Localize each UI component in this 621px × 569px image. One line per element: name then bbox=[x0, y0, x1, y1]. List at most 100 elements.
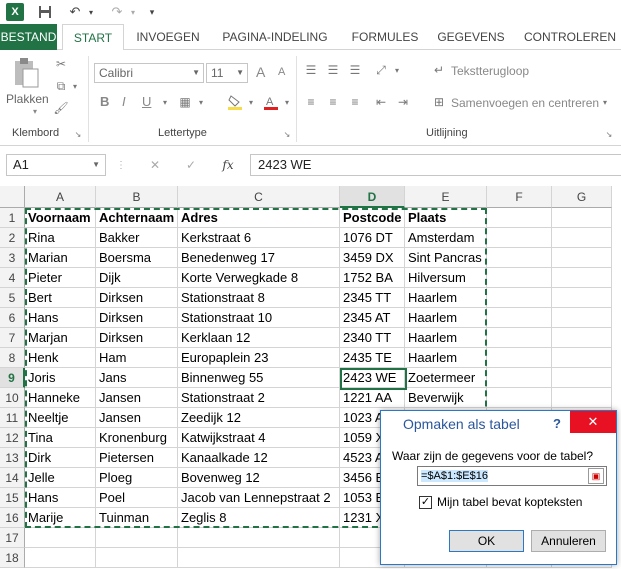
column-header-g[interactable]: G bbox=[552, 186, 612, 208]
font-color-dropdown-icon[interactable]: ▾ bbox=[282, 94, 292, 110]
table-cell[interactable]: Pietersen bbox=[96, 448, 178, 468]
row-header[interactable]: 13 bbox=[0, 448, 25, 468]
table-cell[interactable]: Haarlem bbox=[405, 288, 487, 308]
table-cell[interactable]: Dirksen bbox=[96, 308, 178, 328]
table-cell[interactable] bbox=[487, 388, 552, 408]
font-color-icon[interactable]: A bbox=[262, 94, 280, 110]
row-header[interactable]: 17 bbox=[0, 528, 25, 548]
align-top-icon[interactable]: ☰ bbox=[302, 62, 320, 78]
underline-button[interactable]: U bbox=[142, 94, 151, 109]
table-cell[interactable]: Stationstraat 10 bbox=[178, 308, 340, 328]
table-cell[interactable]: Jansen bbox=[96, 408, 178, 428]
align-middle-icon[interactable]: ☰ bbox=[324, 62, 342, 78]
table-cell[interactable]: Tuinman bbox=[96, 508, 178, 528]
header-cell[interactable]: Plaats bbox=[405, 208, 487, 228]
bold-button[interactable]: B bbox=[100, 94, 109, 109]
confirm-icon[interactable]: ✓ bbox=[182, 157, 200, 173]
table-cell[interactable]: Benedenweg 17 bbox=[178, 248, 340, 268]
row-header[interactable]: 11 bbox=[0, 408, 25, 428]
table-cell[interactable] bbox=[552, 248, 612, 268]
header-cell[interactable] bbox=[487, 208, 552, 228]
font-name-combo[interactable]: Calibri ▼ bbox=[94, 63, 204, 83]
table-cell[interactable]: Kanaalkade 12 bbox=[178, 448, 340, 468]
cancel-icon[interactable]: ✕ bbox=[146, 157, 164, 173]
table-cell[interactable]: Hans bbox=[25, 488, 96, 508]
table-cell[interactable] bbox=[552, 308, 612, 328]
redo-dropdown-icon[interactable]: ▾ bbox=[128, 3, 138, 21]
table-cell[interactable]: Tina bbox=[25, 428, 96, 448]
table-cell[interactable]: Bakker bbox=[96, 228, 178, 248]
table-cell[interactable]: Haarlem bbox=[405, 308, 487, 328]
table-cell[interactable]: Jansen bbox=[96, 388, 178, 408]
insert-function-icon[interactable]: fx bbox=[218, 157, 238, 173]
tab-invoegen[interactable]: INVOEGEN bbox=[130, 24, 206, 50]
redo-icon[interactable]: ↷ bbox=[108, 3, 126, 21]
cancel-button[interactable]: Annuleren bbox=[531, 530, 606, 552]
copy-icon[interactable]: ⧉ bbox=[52, 78, 70, 94]
borders-dropdown-icon[interactable]: ▾ bbox=[196, 94, 206, 110]
table-cell[interactable]: Amsterdam bbox=[405, 228, 487, 248]
table-cell[interactable]: Dijk bbox=[96, 268, 178, 288]
shrink-font-button[interactable]: A bbox=[278, 66, 285, 78]
paste-dropdown-icon[interactable]: ▾ bbox=[33, 107, 37, 116]
close-button[interactable]: ✕ bbox=[570, 411, 616, 433]
decrease-indent-icon[interactable]: ⇤ bbox=[372, 94, 390, 110]
table-cell[interactable] bbox=[487, 308, 552, 328]
table-cell[interactable]: Hilversum bbox=[405, 268, 487, 288]
merge-center-dropdown-icon[interactable]: ▾ bbox=[600, 94, 610, 110]
column-header-f[interactable]: F bbox=[487, 186, 552, 208]
table-cell[interactable]: Beverwijk bbox=[405, 388, 487, 408]
help-icon[interactable]: ? bbox=[553, 416, 567, 431]
orientation-dropdown-icon[interactable]: ▾ bbox=[392, 62, 402, 78]
table-cell[interactable] bbox=[25, 528, 96, 548]
header-cell[interactable]: Adres bbox=[178, 208, 340, 228]
column-header-b[interactable]: B bbox=[96, 186, 178, 208]
merge-center-icon[interactable]: ⊞ bbox=[430, 94, 448, 110]
table-cell[interactable]: Pieter bbox=[25, 268, 96, 288]
table-cell[interactable]: Kerkstraat 6 bbox=[178, 228, 340, 248]
row-header[interactable]: 5 bbox=[0, 288, 25, 308]
row-header[interactable]: 8 bbox=[0, 348, 25, 368]
column-header-a[interactable]: A bbox=[25, 186, 96, 208]
table-cell[interactable]: 2345 TT bbox=[340, 288, 405, 308]
align-left-icon[interactable]: ≡ bbox=[302, 94, 320, 110]
table-cell[interactable] bbox=[552, 388, 612, 408]
table-cell[interactable]: Jelle bbox=[25, 468, 96, 488]
merge-center-button[interactable]: Samenvoegen en centreren bbox=[451, 96, 599, 110]
tab-bestand[interactable]: BESTAND bbox=[0, 24, 57, 50]
headers-checkbox-label[interactable]: Mijn tabel bevat kopteksten bbox=[437, 495, 582, 509]
header-cell[interactable]: Achternaam bbox=[96, 208, 178, 228]
copy-dropdown-icon[interactable]: ▾ bbox=[70, 78, 80, 94]
table-cell[interactable]: 3459 DX bbox=[340, 248, 405, 268]
save-icon[interactable] bbox=[36, 3, 54, 21]
tab-gegevens[interactable]: GEGEVENS bbox=[432, 24, 510, 50]
grow-font-button[interactable]: A bbox=[256, 64, 265, 80]
table-cell[interactable]: Zeedijk 12 bbox=[178, 408, 340, 428]
font-launcher-icon[interactable]: ↘ bbox=[282, 129, 292, 139]
row-header[interactable]: 16 bbox=[0, 508, 25, 528]
table-cell[interactable] bbox=[487, 288, 552, 308]
table-cell[interactable]: Kerklaan 12 bbox=[178, 328, 340, 348]
alignment-launcher-icon[interactable]: ↘ bbox=[604, 129, 614, 139]
table-cell[interactable]: Ham bbox=[96, 348, 178, 368]
table-cell[interactable]: Rina bbox=[25, 228, 96, 248]
column-header-d[interactable]: D bbox=[340, 186, 405, 208]
wrap-text-icon[interactable]: ↵ bbox=[430, 62, 448, 78]
table-cell[interactable]: Zeglis 8 bbox=[178, 508, 340, 528]
table-cell[interactable]: Europaplein 23 bbox=[178, 348, 340, 368]
italic-button[interactable]: I bbox=[122, 94, 126, 109]
tab-controleren[interactable]: CONTROLEREN bbox=[520, 24, 620, 50]
table-cell[interactable]: Binnenweg 55 bbox=[178, 368, 340, 388]
table-cell[interactable]: 2345 AT bbox=[340, 308, 405, 328]
table-cell[interactable]: Korte Verwegkade 8 bbox=[178, 268, 340, 288]
table-cell[interactable]: Dirksen bbox=[96, 328, 178, 348]
name-box[interactable]: A1 ▼ bbox=[6, 154, 106, 176]
table-cell[interactable]: Ploeg bbox=[96, 468, 178, 488]
range-input[interactable]: =$A$1:$E$16 ▣ bbox=[417, 466, 607, 486]
wrap-text-button[interactable]: Tekstterugloop bbox=[451, 64, 529, 78]
row-header[interactable]: 4 bbox=[0, 268, 25, 288]
table-cell[interactable]: Haarlem bbox=[405, 348, 487, 368]
table-cell[interactable] bbox=[552, 368, 612, 388]
table-cell[interactable]: Boersma bbox=[96, 248, 178, 268]
table-cell[interactable] bbox=[487, 368, 552, 388]
